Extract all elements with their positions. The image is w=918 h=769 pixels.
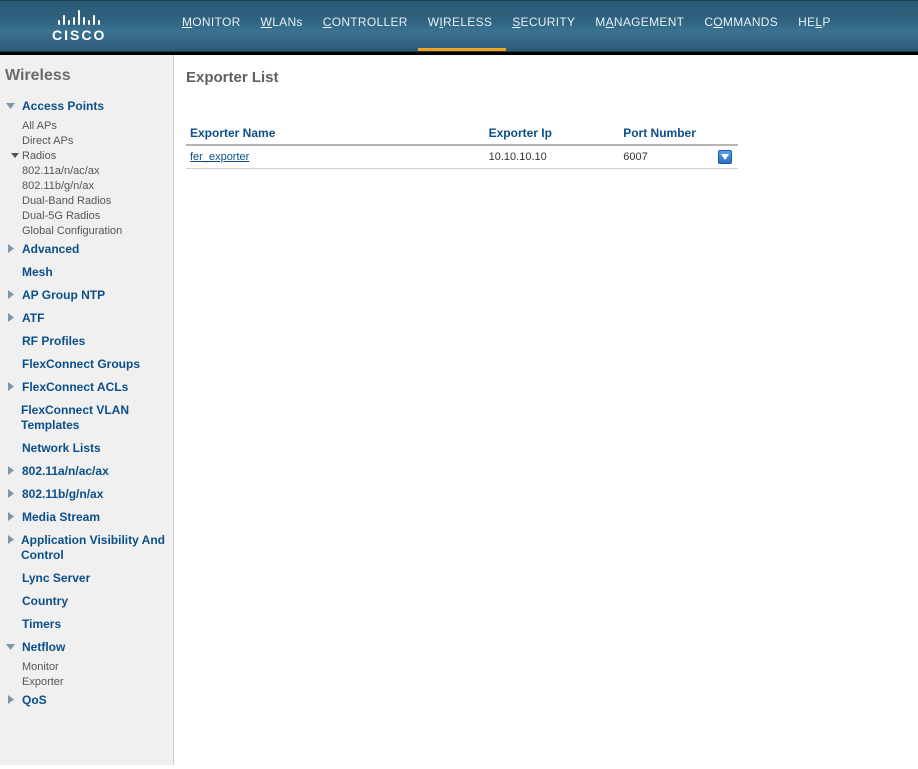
topnav-item[interactable]: COMMANDS: [704, 15, 778, 29]
chevron-right-icon: [6, 512, 16, 521]
spacer-icon: [6, 573, 16, 582]
sidebar-title: Wireless: [5, 67, 169, 85]
chevron-down-icon: [6, 101, 16, 110]
nav-item[interactable]: Timers: [4, 613, 169, 636]
top-navigation: MONITOR WLANs CONTROLLER WIRELESS SECURITY MA…: [182, 1, 831, 51]
sidebar-nav: Access PointsAll APsDirect APsRadios802.…: [4, 95, 169, 712]
nav-item[interactable]: FlexConnect ACLs: [4, 376, 169, 399]
spacer-icon: [6, 267, 16, 276]
topnav-item[interactable]: WIRELESS: [428, 15, 492, 29]
nav-item[interactable]: AP Group NTP: [4, 284, 169, 307]
nav-item-label: Access Points: [22, 99, 104, 114]
nav-item-label: Media Stream: [22, 510, 100, 525]
nav-subitem[interactable]: Monitor: [22, 659, 169, 674]
nav-item-label: Lync Server: [22, 571, 90, 586]
nav-item-label: Mesh: [22, 265, 53, 280]
nav-subitem[interactable]: All APs: [22, 118, 169, 133]
nav-item-label: Netflow: [22, 640, 65, 655]
spacer-icon: [6, 619, 16, 628]
nav-item-label: AP Group NTP: [22, 288, 105, 303]
nav-subsubitem[interactable]: 802.11b/g/n/ax: [22, 178, 169, 193]
nav-item-label: ATF: [22, 311, 44, 326]
exporter-link[interactable]: fer_exporter: [190, 151, 249, 163]
nav-item[interactable]: Access Points: [4, 95, 169, 118]
nav-item-label: FlexConnect VLAN Templates: [21, 403, 169, 433]
main-content: Exporter List Exporter Name Exporter Ip …: [174, 55, 918, 765]
exporter-ip-cell: 10.10.10.10: [485, 145, 620, 169]
topnav-item[interactable]: HELP: [798, 15, 831, 29]
nav-item-label: Network Lists: [22, 441, 101, 456]
row-actions-dropdown[interactable]: [718, 150, 732, 164]
nav-item[interactable]: Country: [4, 590, 169, 613]
chevron-right-icon: [6, 695, 16, 704]
nav-item-label: FlexConnect ACLs: [22, 380, 128, 395]
nav-item[interactable]: Netflow: [4, 636, 169, 659]
nav-subitem[interactable]: Exporter: [22, 674, 169, 689]
nav-item[interactable]: Network Lists: [4, 437, 169, 460]
nav-item-label: 802.11b/g/n/ax: [22, 487, 103, 502]
chevron-right-icon: [6, 489, 16, 498]
nav-item[interactable]: FlexConnect VLAN Templates: [4, 399, 169, 437]
nav-item[interactable]: Mesh: [4, 261, 169, 284]
brand-text: CISCO: [52, 27, 106, 43]
topnav-item[interactable]: SECURITY: [512, 15, 575, 29]
nav-item[interactable]: 802.11b/g/n/ax: [4, 483, 169, 506]
topnav-item[interactable]: CONTROLLER: [323, 15, 408, 29]
nav-item-label: QoS: [22, 693, 47, 708]
nav-item[interactable]: RF Profiles: [4, 330, 169, 353]
table-row: fer_exporter 10.10.10.106007: [186, 145, 738, 169]
topnav-item[interactable]: MONITOR: [182, 15, 241, 29]
nav-item-label: RF Profiles: [22, 334, 85, 349]
nav-subitem[interactable]: Global Configuration: [22, 223, 169, 238]
nav-item[interactable]: QoS: [4, 689, 169, 712]
chevron-right-icon: [6, 290, 16, 299]
col-exporter-ip[interactable]: Exporter Ip: [485, 122, 620, 145]
nav-item-label: Application Visibility And Control: [21, 533, 169, 563]
nav-item[interactable]: FlexConnect Groups: [4, 353, 169, 376]
spacer-icon: [6, 443, 16, 452]
nav-item[interactable]: 802.11a/n/ac/ax: [4, 460, 169, 483]
chevron-right-icon: [6, 535, 15, 544]
nav-item-label: Country: [22, 594, 68, 609]
nav-item[interactable]: ATF: [4, 307, 169, 330]
col-exporter-name[interactable]: Exporter Name: [186, 122, 485, 145]
nav-item-label: 802.11a/n/ac/ax: [22, 464, 109, 479]
brand-logo: CISCO: [52, 7, 106, 43]
spacer-icon: [6, 596, 16, 605]
col-actions: [714, 122, 738, 145]
chevron-right-icon: [6, 244, 16, 253]
nav-subsubitem[interactable]: 802.11a/n/ac/ax: [22, 163, 169, 178]
nav-subitem[interactable]: Direct APs: [22, 133, 169, 148]
port-cell: 6007: [619, 145, 714, 169]
nav-item-label: Timers: [22, 617, 61, 632]
chevron-right-icon: [6, 313, 16, 322]
topnav-item[interactable]: WLANs: [261, 15, 303, 29]
nav-item-label: FlexConnect Groups: [22, 357, 140, 372]
spacer-icon: [6, 359, 16, 368]
topnav-item[interactable]: MANAGEMENT: [595, 15, 684, 29]
sidebar: Wireless Access PointsAll APsDirect APsR…: [0, 55, 174, 765]
page-title: Exporter List: [186, 69, 898, 86]
nav-item[interactable]: Lync Server: [4, 567, 169, 590]
chevron-right-icon: [6, 382, 16, 391]
cisco-bars-icon: [52, 7, 106, 25]
nav-item[interactable]: Advanced: [4, 238, 169, 261]
app-header: CISCO MONITOR WLANs CONTROLLER WIRELESS SECU…: [0, 0, 918, 52]
nav-subsubitem[interactable]: Dual-5G Radios: [22, 208, 169, 223]
nav-item-label: Advanced: [22, 242, 79, 257]
nav-subitem[interactable]: Radios: [22, 148, 169, 163]
active-tab-underline: [418, 48, 506, 51]
nav-item[interactable]: Media Stream: [4, 506, 169, 529]
col-port-number[interactable]: Port Number: [619, 122, 714, 145]
spacer-icon: [6, 405, 15, 414]
nav-subsubitem[interactable]: Dual-Band Radios: [22, 193, 169, 208]
chevron-down-icon: [6, 642, 16, 651]
chevron-right-icon: [6, 466, 16, 475]
spacer-icon: [6, 336, 16, 345]
nav-item[interactable]: Application Visibility And Control: [4, 529, 169, 567]
exporter-table: Exporter Name Exporter Ip Port Number fe…: [186, 122, 738, 169]
